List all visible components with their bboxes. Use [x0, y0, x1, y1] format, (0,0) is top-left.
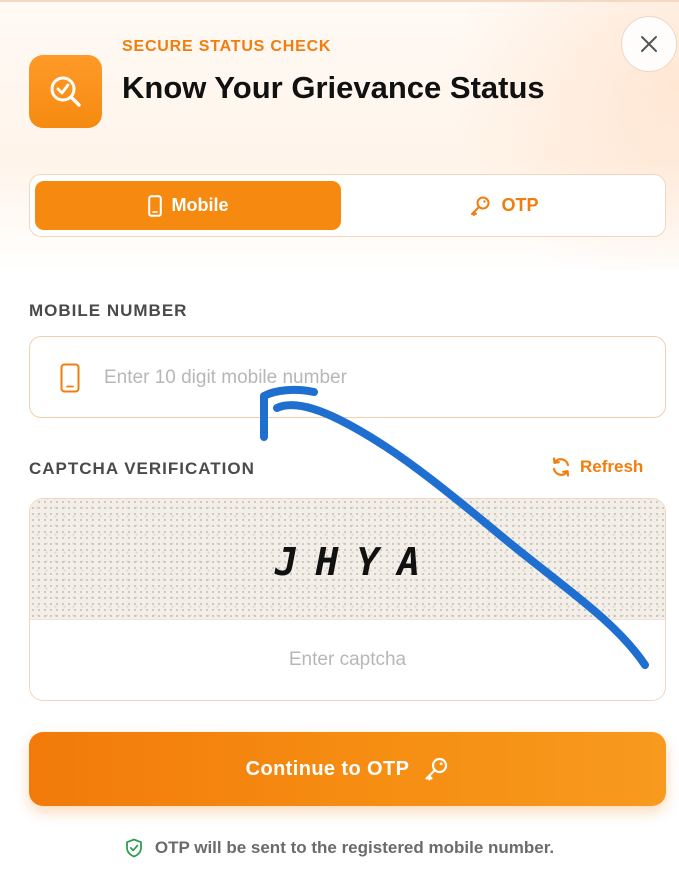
header-icon-badge: [29, 55, 102, 128]
captcha-panel: JHYA: [29, 498, 666, 701]
tab-otp-label: OTP: [501, 195, 539, 215]
page-title: Know Your Grievance Status: [122, 70, 545, 105]
search-check-icon: [50, 76, 81, 107]
tab-otp[interactable]: OTP: [351, 181, 657, 230]
captcha-input[interactable]: [30, 620, 665, 700]
mobile-icon: [60, 363, 80, 393]
refresh-icon: [552, 457, 570, 477]
mobile-number-field: [29, 336, 666, 418]
login-method-toggle: Mobile OTP: [29, 174, 666, 237]
key-icon: [471, 196, 490, 216]
continue-label: Continue to OTP: [245, 757, 410, 780]
tab-mobile[interactable]: Mobile: [35, 181, 341, 230]
refresh-captcha-button[interactable]: Refresh: [550, 456, 643, 478]
continue-to-otp-button[interactable]: Continue to OTP: [29, 732, 666, 806]
key-icon: [425, 757, 448, 781]
otp-info-text: OTP will be sent to the registered mobil…: [154, 838, 555, 857]
close-button[interactable]: [621, 16, 677, 72]
captcha-code: JHYA: [274, 539, 439, 584]
otp-info-note: OTP will be sent to the registered mobil…: [0, 838, 679, 858]
captcha-image: JHYA: [30, 499, 665, 619]
mobile-number-label: MOBILE NUMBER: [29, 301, 188, 320]
top-border: [0, 0, 679, 2]
mobile-number-input[interactable]: [104, 357, 644, 399]
shield-check-icon: [125, 838, 142, 858]
tab-mobile-label: Mobile: [171, 195, 229, 215]
close-icon: [641, 36, 657, 52]
refresh-label: Refresh: [580, 457, 644, 476]
eyebrow-text: SECURE STATUS CHECK: [122, 38, 332, 55]
captcha-label: CAPTCHA VERIFICATION: [29, 459, 255, 478]
mobile-icon: [147, 194, 162, 217]
